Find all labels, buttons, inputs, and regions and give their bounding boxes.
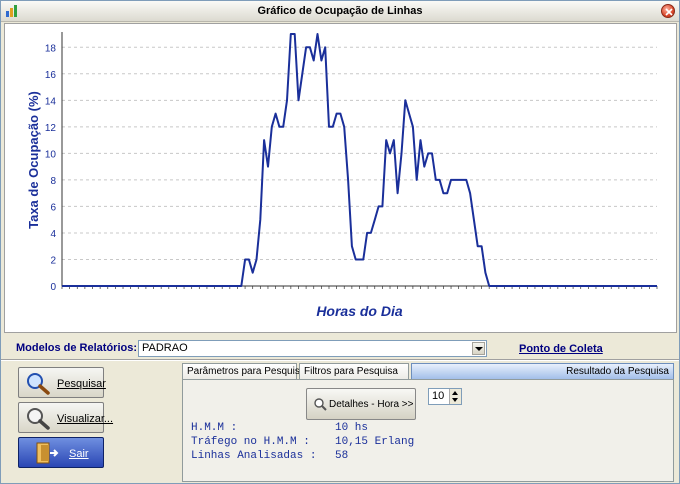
models-label: Modelos de Relatórios:	[16, 342, 138, 354]
result-panel: Detalhes - Hora >> 10 H.M.M : 10 hs Tráf…	[182, 379, 674, 482]
y-tick-label: 0	[50, 282, 56, 293]
y-tick-label: 6	[50, 202, 56, 213]
dropdown-arrow[interactable]	[472, 342, 485, 355]
hmm-value: 10 hs	[335, 422, 369, 434]
magnifier-small-icon	[314, 398, 327, 411]
tabs-area: Parâmetros para Pesquisa Filtros para Pe…	[180, 363, 676, 482]
y-axis-label: Taxa de Ocupação (%)	[26, 91, 41, 229]
chart-panel: 0 2 4 6 8 10 12 14 16 18 Taxa de Ocupação (%) Horas…	[4, 23, 677, 333]
y-tick-label: 12	[45, 123, 57, 134]
models-select-value: PADRAO	[142, 342, 188, 354]
spin-down-icon[interactable]	[452, 398, 458, 402]
x-axis-label: Horas do Dia	[316, 303, 403, 319]
visualizar-label: Visualizar...	[57, 413, 114, 425]
close-button[interactable]	[661, 4, 675, 18]
window-title: Gráfico de Ocupação de Linhas	[257, 5, 423, 17]
hmm-label: H.M.M :	[191, 422, 238, 434]
sair-label: Sair	[69, 448, 89, 460]
models-select[interactable]: PADRAO	[138, 340, 487, 357]
trafego-label: Tráfego no H.M.M :	[191, 436, 310, 448]
trafego-value: 10,15 Erlang	[335, 436, 415, 448]
spinner-buttons[interactable]	[449, 389, 461, 404]
pesquisar-label: Pesquisar	[57, 378, 106, 390]
sair-button[interactable]: Sair	[18, 437, 104, 468]
main-window: Gráfico de Ocupação de Linhas 0 2 4 6 8 10 12 1…	[0, 0, 680, 484]
occupancy-series-line	[62, 33, 657, 287]
y-tick-label: 8	[50, 176, 56, 187]
y-tick-label: 14	[45, 96, 57, 107]
chevron-down-icon	[475, 347, 483, 351]
magnifier-icon	[27, 373, 50, 395]
hour-spinner[interactable]: 10	[428, 388, 462, 405]
hour-spinner-value: 10	[432, 390, 445, 402]
tab-filtros[interactable]: Filtros para Pesquisa	[299, 363, 409, 379]
close-icon	[665, 8, 673, 16]
tab-resultado[interactable]: Resultado da Pesquisa	[411, 363, 674, 380]
linhas-label: Linhas Analisadas :	[191, 450, 317, 462]
pesquisar-button[interactable]: Pesquisar	[18, 367, 106, 398]
divider	[1, 359, 679, 361]
visualizar-button[interactable]: Visualizar...	[18, 402, 113, 433]
occupancy-chart: 0 2 4 6 8 10 12 14 16 18 Taxa de Ocupação (%) Horas…	[26, 32, 658, 319]
exit-door-icon	[36, 442, 59, 464]
tab-parametros[interactable]: Parâmetros para Pesquisa	[182, 363, 305, 379]
detalhes-hora-button[interactable]: Detalhes - Hora >>	[306, 388, 416, 420]
title-bar[interactable]: Gráfico de Ocupação de Linhas	[1, 1, 679, 22]
models-row: Modelos de Relatórios: PADRAO Ponto de C…	[1, 337, 679, 359]
y-tick-label: 4	[50, 229, 56, 240]
y-tick-label: 2	[50, 255, 56, 266]
detalhes-hora-label: Detalhes - Hora >>	[329, 399, 414, 410]
y-tick-label: 16	[45, 70, 57, 81]
y-tick-label: 10	[45, 149, 57, 160]
y-tick-label: 18	[45, 43, 57, 54]
ponto-de-coleta-link[interactable]: Ponto de Coleta	[519, 343, 603, 355]
linhas-value: 58	[335, 450, 349, 462]
spin-up-icon[interactable]	[452, 391, 458, 395]
magnifier-icon	[27, 408, 50, 430]
